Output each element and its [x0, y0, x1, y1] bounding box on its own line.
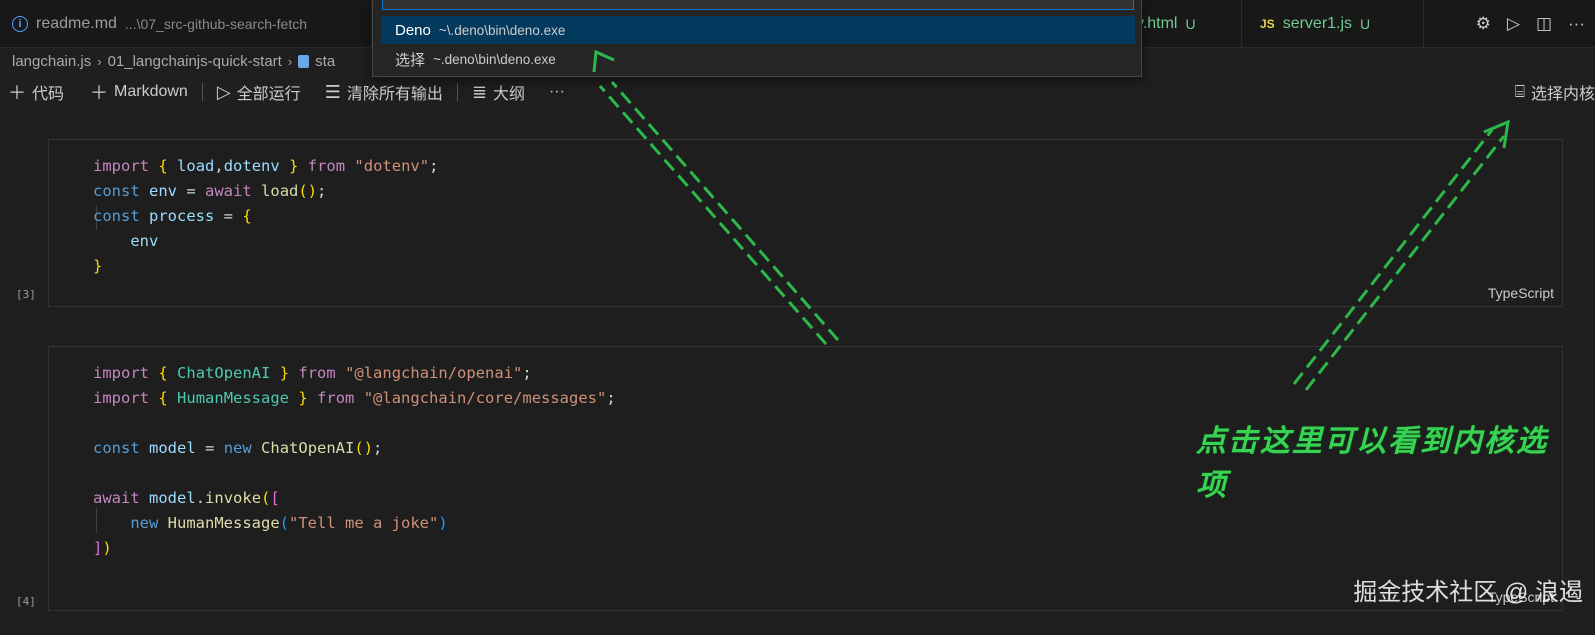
item-label: 选择 [395, 51, 426, 69]
breadcrumb-item[interactable]: sta [315, 53, 335, 70]
cell-language-label[interactable]: TypeScript [1488, 285, 1554, 301]
clear-outputs-label: 清除所有输出 [346, 86, 443, 103]
item-label: Deno [395, 21, 431, 39]
untracked-badge: U [1185, 16, 1196, 32]
annotation-callout: 点击这里可以看到内核选 项 [1196, 420, 1556, 508]
notebook-toolbar: ＋ 代码 ＋ Markdown ▷ 全部运行 ☰ 清除所有输出 ≣ 大纲 ··· [0, 78, 1595, 106]
kernel-quick-pick: Deno ~\.deno\bin\deno.exe 选择 ~.deno\bin\… [372, 0, 1142, 77]
chevron-right-icon: › [287, 53, 293, 69]
plus-icon: ＋ [90, 83, 109, 103]
run-all-button[interactable]: ▷ 全部运行 [211, 80, 307, 104]
code-editor[interactable]: import { load,dotenv } from "dotenv"; co… [93, 154, 438, 279]
notebook-file-icon [298, 54, 310, 68]
tab-server1-js[interactable]: JS server1.js U [1242, 0, 1424, 48]
run-icon[interactable]: ▷ [1507, 14, 1520, 34]
add-markdown-cell-button[interactable]: ＋ Markdown [84, 79, 194, 105]
list-icon: ≣ [471, 81, 487, 102]
kernel-icon: ⌸ [1514, 82, 1525, 101]
code-editor[interactable]: import { ChatOpenAI } from "@langchain/o… [93, 361, 616, 561]
item-description: ~.deno\bin\deno.exe [433, 51, 556, 67]
outline-label: 大纲 [492, 86, 525, 103]
more-icon: ··· [548, 83, 565, 100]
tab-path: ...\07_src-github-search-fetch [124, 16, 308, 32]
split-editor-icon[interactable]: ◫ [1536, 14, 1552, 34]
toolbar-divider [201, 83, 203, 101]
add-code-cell-button[interactable]: ＋ 代码 [2, 79, 70, 105]
breadcrumb-item[interactable]: langchain.js [12, 53, 91, 70]
execution-count: [3] [16, 288, 36, 301]
info-icon: i [12, 16, 28, 32]
toolbar-divider [456, 83, 458, 101]
clear-outputs-button[interactable]: ☰ 清除所有输出 [319, 80, 449, 104]
tab-html-file[interactable]: y.html U [1130, 0, 1242, 48]
annotation-line: 项 [1196, 468, 1228, 503]
code-cell[interactable]: import { load,dotenv } from "dotenv"; co… [48, 139, 1563, 307]
item-description: ~\.deno\bin\deno.exe [438, 22, 566, 38]
annotation-line: 点击这里可以看到内核选 [1196, 424, 1548, 459]
tab-label: y.html [1136, 15, 1178, 32]
breadcrumb: langchain.js › 01_langchainjs-quick-star… [12, 50, 335, 72]
untracked-badge: U [1360, 16, 1371, 32]
outline-button[interactable]: ≣ 大纲 [466, 80, 531, 104]
quick-pick-item-deno[interactable]: Deno ~\.deno\bin\deno.exe [381, 16, 1135, 44]
quick-pick-input[interactable] [382, 0, 1134, 10]
add-markdown-label: Markdown [114, 83, 188, 100]
execution-count: [4] [16, 595, 36, 608]
run-all-icon: ▷ [216, 81, 231, 102]
gear-icon[interactable]: ⚙ [1476, 14, 1491, 34]
more-actions-icon[interactable]: ··· [1568, 14, 1585, 34]
js-file-icon: JS [1260, 17, 1275, 31]
more-button[interactable]: ··· [543, 83, 571, 101]
tab-label: readme.md [36, 15, 117, 32]
clear-all-icon: ☰ [324, 81, 341, 102]
chevron-right-icon: › [97, 53, 102, 69]
run-all-label: 全部运行 [236, 86, 301, 103]
select-kernel-label: 选择内核 [1530, 86, 1595, 103]
tab-label: server1.js [1282, 15, 1353, 32]
tab-readme[interactable]: i readme.md ...\07_src-github-search-fet… [0, 0, 372, 48]
plus-icon: ＋ [8, 83, 26, 103]
select-kernel-button[interactable]: ⌸ 选择内核 [1515, 78, 1595, 106]
editor-actions: ⚙ ▷ ◫ ··· [1476, 0, 1585, 48]
quick-pick-item-select[interactable]: 选择 ~.deno\bin\deno.exe [381, 45, 1135, 73]
watermark: 掘金技术社区 @ 浪遏 [1353, 579, 1583, 606]
add-code-label: 代码 [32, 86, 65, 103]
breadcrumb-item[interactable]: 01_langchainjs-quick-start [108, 53, 282, 70]
